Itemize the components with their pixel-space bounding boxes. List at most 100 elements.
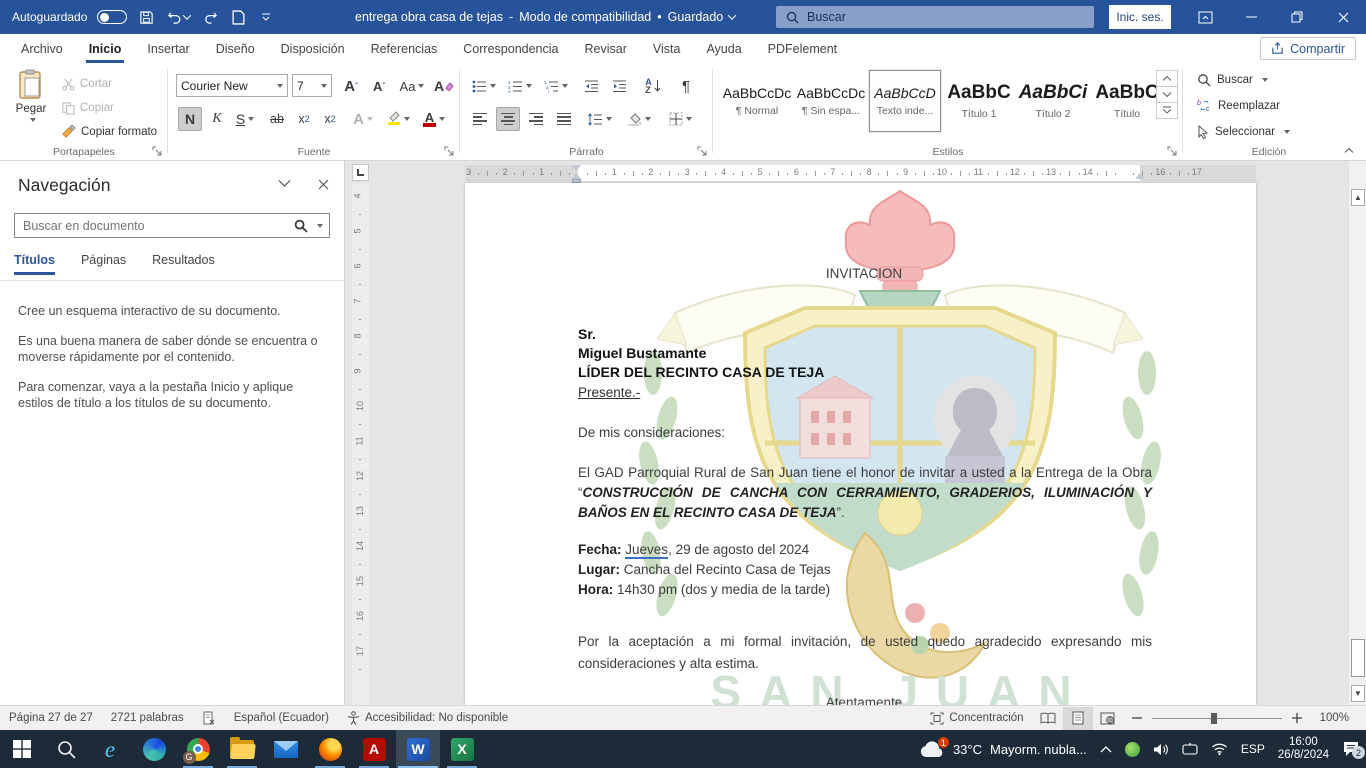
redo-icon[interactable] — [201, 8, 219, 26]
minimize-button[interactable] — [1228, 0, 1274, 34]
font-color-dropdown-icon[interactable] — [439, 117, 445, 121]
save-state-text[interactable]: Guardado — [668, 10, 724, 24]
doc-body-paragraph[interactable]: El GAD Parroquial Rural de San Juan tien… — [578, 463, 1152, 523]
ribbon-tab-disposición[interactable]: Disposición — [268, 34, 358, 63]
styles-gallery-more-button[interactable] — [1156, 102, 1178, 119]
style-card-título1[interactable]: AaBbCTítulo 1 — [943, 70, 1015, 132]
underline-button[interactable]: S — [230, 107, 260, 131]
save-state-dropdown-icon[interactable] — [728, 11, 736, 19]
wifi-icon[interactable] — [1211, 743, 1228, 755]
scrollbar-thumb[interactable] — [1351, 639, 1365, 677]
justify-button[interactable] — [552, 107, 576, 131]
volume-icon[interactable] — [1153, 743, 1169, 756]
taskbar-app-internet-explorer[interactable]: e — [88, 730, 132, 768]
multilevel-list-button[interactable]: 1ai — [540, 74, 572, 98]
align-right-button[interactable] — [524, 107, 548, 131]
increase-indent-button[interactable] — [606, 74, 632, 98]
decrease-indent-button[interactable] — [578, 74, 604, 98]
doc-closing-paragraph[interactable]: Por la aceptación a mi formal invitación… — [578, 631, 1152, 675]
accessibility-status[interactable]: Accesibilidad: No disponible — [338, 706, 517, 731]
print-layout-button[interactable] — [1063, 707, 1093, 730]
tab-selector-box[interactable] — [352, 164, 369, 181]
font-color-button[interactable]: A — [418, 107, 450, 131]
zoom-slider[interactable] — [1152, 718, 1282, 719]
find-button[interactable]: Buscar — [1197, 73, 1268, 87]
font-size-combo[interactable]: 7 — [292, 74, 332, 97]
taskbar-app-file-explorer[interactable] — [220, 730, 264, 768]
search-options-dropdown-icon[interactable] — [317, 224, 323, 228]
align-center-button[interactable] — [496, 107, 520, 131]
doc-lugar-line[interactable]: Lugar: Cancha del Recinto Casa de Tejas — [578, 560, 831, 580]
doc-fecha-line[interactable]: Fecha: Jueves, 29 de agosto del 2024 — [578, 540, 809, 560]
restore-button[interactable] — [1274, 0, 1320, 34]
doc-addressee-block[interactable]: Sr.Miguel BustamanteLÍDER DEL RECINTO CA… — [578, 325, 824, 382]
find-dropdown-icon[interactable] — [1262, 78, 1268, 82]
nav-tab-páginas[interactable]: Páginas — [81, 253, 126, 275]
bullet-list-button[interactable] — [468, 74, 500, 98]
subscript-button[interactable]: x2 — [292, 107, 316, 131]
grow-font-button[interactable]: Aˆ — [338, 74, 364, 98]
clock[interactable]: 16:00 26/8/2024 — [1278, 736, 1329, 762]
zoom-level[interactable]: 100% — [1311, 706, 1358, 731]
zoom-slider-thumb[interactable] — [1211, 713, 1217, 724]
sign-in-button[interactable]: Inic. ses. — [1109, 5, 1171, 29]
paragraph-dialog-launcher[interactable] — [697, 146, 708, 157]
weather-widget[interactable]: 1 33°C Mayorm. nubla... — [919, 740, 1087, 758]
highlight-button[interactable] — [382, 107, 414, 131]
doc-salutation[interactable]: De mis consideraciones: — [578, 423, 725, 443]
styles-scroll-up-button[interactable] — [1156, 70, 1178, 87]
font-dialog-launcher[interactable] — [444, 146, 455, 157]
ribbon-display-options-button[interactable] — [1182, 0, 1228, 34]
navigation-pane-close-icon[interactable] — [318, 179, 329, 190]
undo-dropdown-icon[interactable] — [183, 11, 191, 19]
save-icon[interactable] — [137, 8, 155, 26]
replace-button[interactable]: bc Reemplazar — [1197, 99, 1280, 112]
styles-dialog-launcher[interactable] — [1167, 146, 1178, 157]
scroll-down-button[interactable]: ▼ — [1351, 685, 1365, 702]
titlebar-search[interactable]: Buscar — [776, 6, 1094, 28]
select-dropdown-icon[interactable] — [1284, 130, 1290, 134]
style-card-título2[interactable]: AaBbCiTítulo 2 — [1017, 70, 1089, 132]
language-indicator-tray[interactable]: ESP — [1241, 742, 1265, 756]
underline-dropdown-icon[interactable] — [248, 117, 254, 121]
word-count[interactable]: 2721 palabras — [102, 706, 193, 731]
ribbon-tab-ayuda[interactable]: Ayuda — [693, 34, 754, 63]
superscript-button[interactable]: x2 — [318, 107, 342, 131]
highlight-dropdown-icon[interactable] — [404, 117, 410, 121]
paste-dropdown-icon[interactable] — [30, 118, 36, 122]
numbered-list-button[interactable]: 123 — [504, 74, 536, 98]
ribbon-tab-inicio[interactable]: Inicio — [76, 34, 135, 63]
style-card-sinespa[interactable]: AaBbCcDc¶ Sin espa... — [795, 70, 867, 132]
ribbon-tab-pdfelement[interactable]: PDFelement — [755, 34, 850, 63]
notification-center-icon[interactable]: 2 — [1342, 741, 1360, 757]
taskbar-app-chrome[interactable]: G — [176, 730, 220, 768]
taskbar-app-start[interactable] — [0, 730, 44, 768]
proofing-errors-button[interactable] — [193, 706, 225, 731]
ribbon-tab-insertar[interactable]: Insertar — [134, 34, 202, 63]
close-button[interactable] — [1320, 0, 1366, 34]
clipboard-dialog-launcher[interactable] — [152, 146, 163, 157]
style-card-textoinde[interactable]: AaBbCcDTexto inde... — [869, 70, 941, 132]
change-case-button[interactable]: Aa — [396, 74, 428, 98]
italic-button[interactable]: K — [206, 107, 228, 131]
right-indent-marker[interactable] — [1135, 173, 1145, 179]
page-indicator[interactable]: Página 27 de 27 — [0, 706, 102, 731]
customize-toolbar-icon[interactable] — [257, 8, 275, 26]
styles-scroll-down-button[interactable] — [1156, 86, 1178, 103]
doc-hora-line[interactable]: Hora: 14h30 pm (dos y media de la tarde) — [578, 580, 830, 600]
wireless-display-icon[interactable] — [1182, 743, 1198, 756]
taskbar-app-word[interactable]: W — [396, 730, 440, 768]
language-indicator[interactable]: Español (Ecuador) — [225, 706, 338, 731]
autosave-toggle[interactable] — [97, 10, 127, 24]
line-spacing-button[interactable] — [582, 107, 616, 131]
document-search-box[interactable] — [14, 213, 330, 238]
font-family-combo[interactable]: Courier New — [176, 74, 288, 97]
select-button[interactable]: Seleccionar — [1197, 125, 1290, 139]
focus-mode-button[interactable]: Concentración — [921, 706, 1032, 731]
vertical-ruler[interactable]: 4567891011121314151617 — [352, 183, 369, 705]
navigation-pane-collapse-icon[interactable] — [278, 179, 291, 188]
style-card-título[interactable]: AaBbCTítulo — [1091, 70, 1163, 132]
undo-icon[interactable] — [165, 8, 191, 26]
read-mode-button[interactable] — [1033, 707, 1063, 730]
scroll-up-button[interactable]: ▲ — [1351, 189, 1365, 206]
